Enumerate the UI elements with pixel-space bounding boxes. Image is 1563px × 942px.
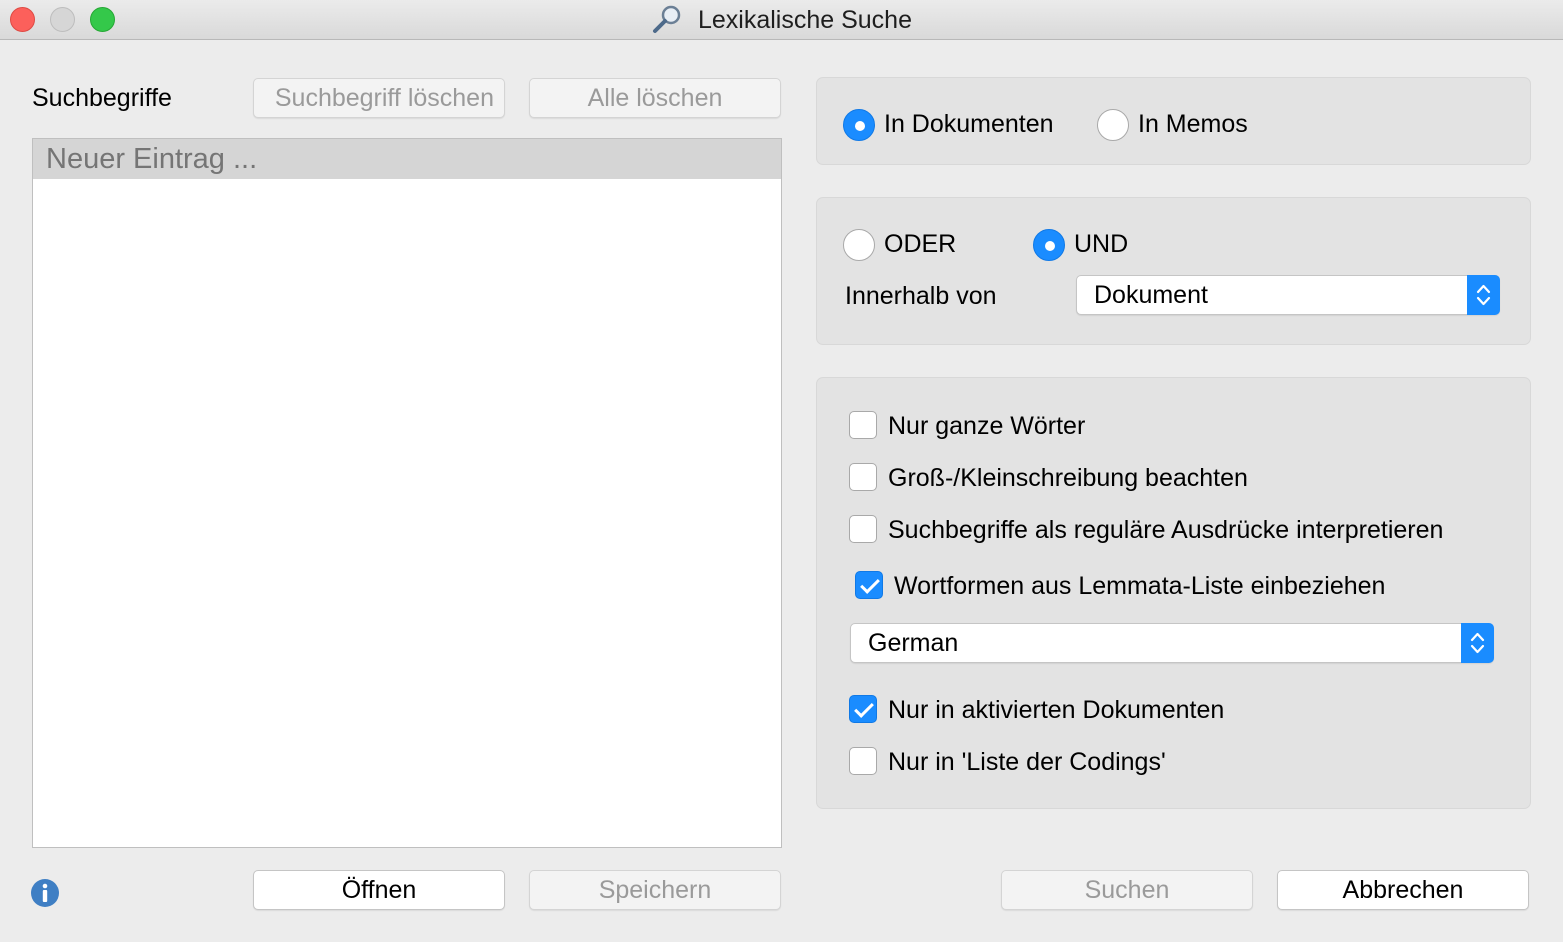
within-select[interactable]: Dokument (1076, 275, 1500, 315)
regex-checkbox[interactable] (849, 515, 877, 543)
open-button[interactable]: Öffnen (253, 870, 505, 910)
language-select-value: German (868, 629, 959, 657)
case-sensitive-checkbox[interactable] (849, 463, 877, 491)
regex-label: Suchbegriffe als reguläre Ausdrücke inte… (888, 516, 1444, 544)
delete-term-button[interactable]: Suchbegriff löschen (253, 78, 505, 118)
list-item[interactable]: Neuer Eintrag ... (33, 139, 781, 179)
chevron-up-down-icon (1461, 623, 1494, 663)
logic-group (816, 197, 1531, 345)
and-label: UND (1074, 230, 1129, 258)
search-terms-label: Suchbegriffe (32, 84, 172, 112)
or-radio[interactable] (843, 229, 875, 261)
language-select[interactable]: German (850, 623, 1494, 663)
activated-docs-checkbox[interactable] (849, 695, 877, 723)
lemmata-label: Wortformen aus Lemmata-Liste einbeziehen (894, 572, 1386, 600)
window-title-text: Lexikalische Suche (697, 6, 912, 34)
activated-docs-label: Nur in aktivierten Dokumenten (888, 696, 1225, 724)
in-memos-radio[interactable] (1097, 109, 1129, 141)
whole-words-label: Nur ganze Wörter (888, 412, 1086, 440)
search-button[interactable]: Suchen (1001, 870, 1253, 910)
save-button[interactable]: Speichern (529, 870, 781, 910)
case-sensitive-label: Groß-/Kleinschreibung beachten (888, 464, 1248, 492)
info-icon[interactable] (30, 878, 60, 913)
or-label: ODER (884, 230, 957, 258)
within-select-value: Dokument (1094, 281, 1208, 309)
codings-list-checkbox[interactable] (849, 747, 877, 775)
chevron-up-down-icon (1467, 275, 1500, 315)
codings-list-label: Nur in 'Liste der Codings' (888, 748, 1166, 776)
magnifier-icon (651, 5, 698, 34)
delete-all-button[interactable]: Alle löschen (529, 78, 781, 118)
in-documents-radio[interactable] (843, 109, 875, 141)
and-radio[interactable] (1033, 229, 1065, 261)
title-bar: Lexikalische Suche (0, 0, 1563, 40)
whole-words-checkbox[interactable] (849, 411, 877, 439)
search-terms-list[interactable]: Neuer Eintrag ... (32, 138, 782, 848)
window-title: Lexikalische Suche (0, 4, 1563, 35)
cancel-button[interactable]: Abbrechen (1277, 870, 1529, 910)
lemmata-checkbox[interactable] (855, 571, 883, 599)
in-documents-label: In Dokumenten (884, 110, 1054, 138)
in-memos-label: In Memos (1138, 110, 1248, 138)
within-label: Innerhalb von (845, 282, 997, 310)
